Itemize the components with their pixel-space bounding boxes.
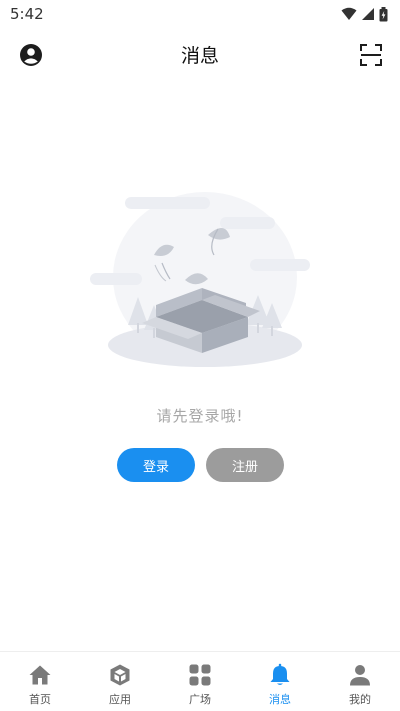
tab-messages[interactable]: 消息 [240,652,320,711]
status-bar: 5:42 [0,0,400,28]
person-icon [350,665,370,686]
scan-button[interactable] [358,42,384,68]
grid-icon [189,664,211,686]
login-button[interactable]: 登录 [117,448,195,482]
tab-square[interactable]: 广场 [160,652,240,711]
cube-icon [110,664,130,686]
tab-apps-label: 应用 [109,693,131,706]
avatar-button[interactable] [18,42,44,68]
status-icons [341,6,388,22]
page-header: 消息 [0,30,400,78]
tab-apps[interactable]: 应用 [80,652,160,711]
tab-home-label: 首页 [29,693,51,706]
empty-box-illustration [90,185,320,385]
tab-home[interactable]: 首页 [0,652,80,711]
wifi-icon [341,7,357,20]
bottom-tab-bar: 首页 应用 广场 消息 我的 [0,651,400,711]
home-icon [29,665,51,685]
signal-icon [362,8,374,20]
tab-mine[interactable]: 我的 [320,652,400,711]
page-title: 消息 [180,44,219,67]
tab-messages-label: 消息 [269,693,291,706]
scan-icon [360,44,382,66]
login-prompt-text: 请先登录哦! [156,407,244,425]
avatar-icon [20,44,42,66]
bell-icon [270,663,290,685]
tab-square-label: 广场 [189,693,211,706]
status-time: 5:42 [10,5,44,23]
tab-mine-label: 我的 [349,693,371,706]
register-button[interactable]: 注册 [206,448,284,482]
battery-icon [379,6,388,21]
